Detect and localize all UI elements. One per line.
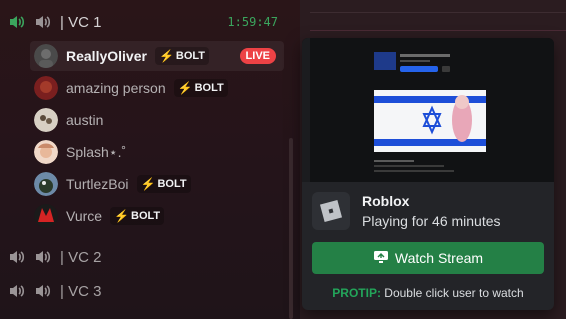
live-badge: LIVE <box>239 48 276 64</box>
watch-stream-label: Watch Stream <box>394 250 484 266</box>
username: amazing person <box>66 80 166 96</box>
protip-text: PROTIP: Double click user to watch <box>302 286 554 300</box>
avatar <box>34 172 58 196</box>
voice-user-row[interactable]: austin <box>30 105 284 135</box>
channel-name: | VC 2 <box>60 248 102 266</box>
watch-stream-button[interactable]: Watch Stream <box>312 242 544 274</box>
bolt-icon: ⚡ <box>140 177 156 191</box>
avatar <box>34 44 58 68</box>
call-timer: 1:59:47 <box>227 15 278 29</box>
voice-channel-list: | VC 1 1:59:47 ReallyOliver ⚡ BOLT LIVE a… <box>0 0 300 319</box>
bolt-badge: ⚡ BOLT <box>110 207 165 225</box>
avatar <box>34 108 58 132</box>
voice-user-row[interactable]: Splash⋆.˚ <box>30 137 284 167</box>
avatar <box>34 204 58 228</box>
bolt-icon: ⚡ <box>114 209 130 223</box>
speaker-icon <box>34 248 52 266</box>
channel-name: | VC 3 <box>60 282 102 300</box>
protip-label: PROTIP: <box>332 286 381 300</box>
voice-user-row[interactable]: TurtlezBoi ⚡ BOLT <box>30 169 284 199</box>
bolt-badge: ⚡ BOLT <box>136 175 191 193</box>
username: Vurce <box>66 208 103 224</box>
stream-preview-popout: Roblox Playing for 46 minutes Watch Stre… <box>302 38 554 310</box>
divider <box>310 12 566 13</box>
username: austin <box>66 112 104 128</box>
username: Splash⋆.˚ <box>66 143 127 160</box>
voice-channel-vc3[interactable]: | VC 3 <box>8 277 290 305</box>
avatar <box>34 140 58 164</box>
divider <box>310 30 566 31</box>
scrollbar[interactable] <box>289 138 293 319</box>
protip-message: Double click user to watch <box>384 286 524 300</box>
speaker-icon <box>34 282 52 300</box>
game-name: Roblox <box>362 193 410 209</box>
username: ReallyOliver <box>66 48 147 64</box>
speaker-icon <box>34 13 52 31</box>
speaker-icon <box>8 248 26 266</box>
play-duration: Playing for 46 minutes <box>362 213 501 229</box>
bolt-badge: ⚡ BOLT <box>154 47 210 65</box>
voice-user-row[interactable]: ReallyOliver ⚡ BOLT LIVE <box>30 41 284 71</box>
avatar <box>34 76 58 100</box>
bolt-badge: ⚡ BOLT <box>173 79 228 97</box>
voice-user-row[interactable]: amazing person ⚡ BOLT <box>30 73 284 103</box>
speaker-icon <box>8 282 26 300</box>
screen-share-icon <box>373 250 389 267</box>
stream-thumbnail[interactable] <box>302 38 554 182</box>
speaker-icon <box>8 13 26 31</box>
voice-channel-vc1[interactable]: | VC 1 1:59:47 <box>8 8 290 36</box>
bolt-icon: ⚡ <box>177 81 193 95</box>
game-activity: Roblox Playing for 46 minutes <box>312 192 501 230</box>
username: TurtlezBoi <box>66 176 129 192</box>
bolt-icon: ⚡ <box>158 49 174 63</box>
channel-name: | VC 1 <box>60 13 102 31</box>
roblox-logo-icon <box>312 192 350 230</box>
voice-channel-vc2[interactable]: | VC 2 <box>8 243 290 271</box>
voice-user-row[interactable]: Vurce ⚡ BOLT <box>30 201 284 231</box>
